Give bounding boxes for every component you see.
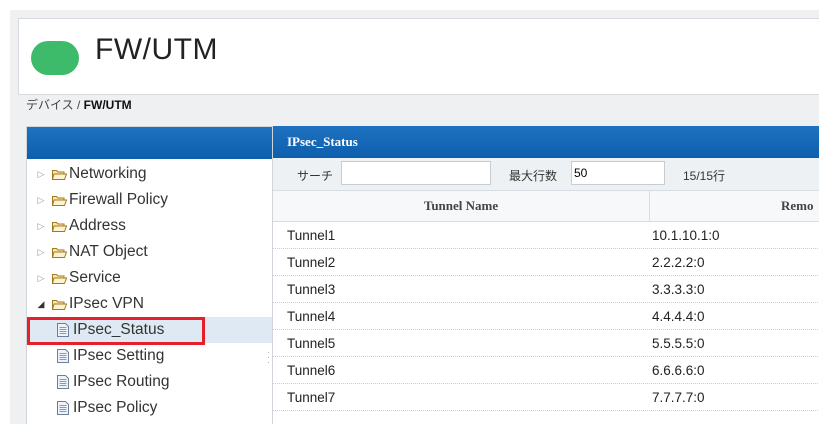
collapse-arrow-icon[interactable]: ◢ [36,299,46,310]
folder-icon [52,247,67,258]
document-icon [57,375,69,389]
expand-arrow-icon[interactable]: ▷ [36,169,46,180]
sidebar-item-label: Networking [69,165,147,182]
folder-open-icon [52,299,67,310]
tunnel-name-cell: Tunnel2 [287,255,336,270]
tunnel-name-cell: Tunnel6 [287,363,336,378]
breadcrumb-current: FW/UTM [83,98,132,112]
max-rows-label: 最大行数 [509,169,558,183]
sidebar-item-label: Service [69,269,121,286]
sidebar-item-label: IPsec Setting [73,347,165,364]
sidebar-item-label: IPsec Policy [73,399,158,416]
table-row[interactable]: Tunnel3 3.3.3.3:0 [273,276,819,303]
expand-arrow-icon[interactable]: ▷ [36,221,46,232]
tunnel-name-cell: Tunnel5 [287,336,336,351]
folder-icon [52,273,67,284]
ipsec-status-panel: IPsec_Status サーチ 最大行数 15/15行 Tunnel Name… [272,126,819,424]
remote-cell: 3.3.3.3:0 [652,282,705,297]
folder-icon [52,221,67,232]
sidebar-item-ipsec-policy[interactable]: IPsec Policy [27,395,275,421]
expand-arrow-icon[interactable]: ▷ [36,195,46,206]
app-window: FW/UTM デバイス / FW/UTM ▷ Networking ▷ Fire… [10,10,819,424]
sidebar-item-ipsec-setting[interactable]: IPsec Setting [27,343,275,369]
logo [31,41,79,75]
remote-cell: 7.7.7.7:0 [652,390,705,405]
sidebar: ▷ Networking ▷ Firewall Policy ▷ Address… [26,126,276,424]
sidebar-item-nat-object[interactable]: ▷ NAT Object [27,239,275,265]
splitter-handle[interactable]: · · · [267,348,270,367]
remote-cell: 4.4.4.4:0 [652,309,705,324]
search-input[interactable] [341,161,491,185]
expand-arrow-icon[interactable]: ▷ [36,273,46,284]
search-label: サーチ [297,169,334,183]
max-rows-input[interactable] [571,161,665,185]
breadcrumb-separator: / [73,98,84,112]
sidebar-item-label: NAT Object [69,243,148,260]
sidebar-item-ipsec-vpn[interactable]: ◢ IPsec VPN [27,291,275,317]
sidebar-item-service[interactable]: ▷ Service [27,265,275,291]
tunnel-name-cell: Tunnel1 [287,228,336,243]
tunnel-name-cell: Tunnel4 [287,309,336,324]
remote-cell: 6.6.6.6:0 [652,363,705,378]
app-header: FW/UTM [18,18,819,95]
table-row[interactable]: Tunnel1 10.1.10.1:0 [273,222,819,249]
sidebar-item-networking[interactable]: ▷ Networking [27,161,275,187]
table-row[interactable]: Tunnel6 6.6.6.6:0 [273,357,819,384]
expand-arrow-icon[interactable]: ▷ [36,247,46,258]
tunnel-name-cell: Tunnel7 [287,390,336,405]
row-count: 15/15行 [683,169,726,183]
sidebar-item-address[interactable]: ▷ Address [27,213,275,239]
column-header-tunnel-name[interactable]: Tunnel Name [273,191,650,221]
table-body: Tunnel1 10.1.10.1:0 Tunnel2 2.2.2.2:0 Tunn… [273,222,819,411]
highlight-box [27,317,205,345]
remote-cell: 5.5.5.5:0 [652,336,705,351]
sidebar-item-label: IPsec VPN [69,295,144,312]
remote-cell: 10.1.10.1:0 [652,228,720,243]
folder-icon [52,169,67,180]
app-title: FW/UTM [95,33,218,66]
table-row[interactable]: Tunnel4 4.4.4.4:0 [273,303,819,330]
panel-title: IPsec_Status [273,126,819,158]
table-row[interactable]: Tunnel5 5.5.5.5:0 [273,330,819,357]
sidebar-item-label: IPsec Routing [73,373,170,390]
sidebar-item-label: Firewall Policy [69,191,169,208]
document-icon [57,401,69,415]
table-header: Tunnel Name Remo [273,191,819,222]
remote-cell: 2.2.2.2:0 [652,255,705,270]
tunnel-name-cell: Tunnel3 [287,282,336,297]
sidebar-item-firewall-policy[interactable]: ▷ Firewall Policy [27,187,275,213]
table-row[interactable]: Tunnel2 2.2.2.2:0 [273,249,819,276]
column-header-remote[interactable]: Remo [781,191,814,221]
table-row[interactable]: Tunnel7 7.7.7.7:0 [273,384,819,411]
sidebar-item-ipsec-routing[interactable]: IPsec Routing [27,369,275,395]
document-icon [57,349,69,363]
breadcrumb: デバイス / FW/UTM [26,96,132,113]
folder-icon [52,195,67,206]
breadcrumb-parent[interactable]: デバイス [26,98,74,112]
sidebar-item-label: Address [69,217,126,234]
sidebar-header [27,127,275,159]
top-strip [0,0,819,10]
table-toolbar: サーチ 最大行数 15/15行 [273,158,819,191]
